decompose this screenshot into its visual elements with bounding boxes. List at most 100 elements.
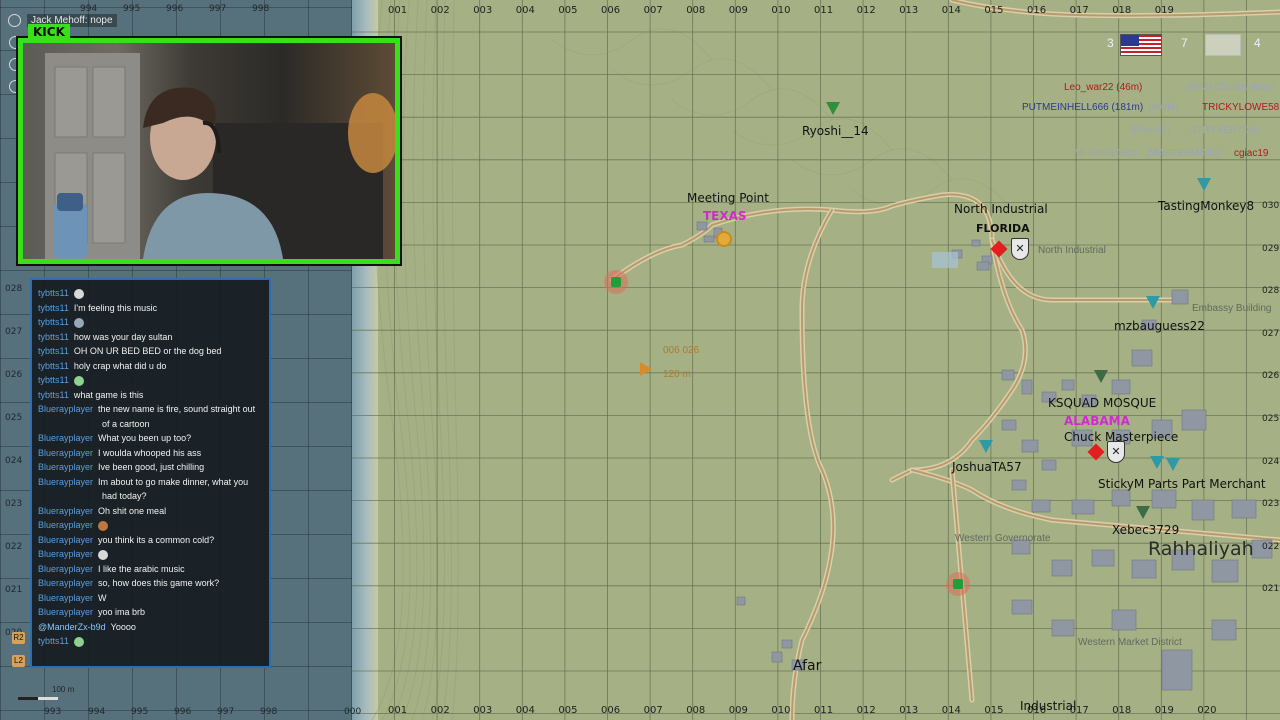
chat-username[interactable]: Bluerayplayer — [38, 535, 93, 545]
chat-username[interactable]: tybtts11 — [38, 390, 69, 400]
chat-message: Bluerayplayer W — [38, 591, 263, 606]
building — [1031, 499, 1051, 513]
chat-username[interactable]: Bluerayplayer — [38, 593, 93, 603]
grid-label: 995 — [123, 4, 141, 14]
chat-text: Yoooo — [110, 621, 136, 632]
building — [703, 235, 715, 243]
chat-text: W — [98, 592, 107, 603]
grid-label: 019 — [1154, 705, 1174, 716]
chat-username[interactable]: Bluerayplayer — [38, 520, 93, 530]
grid-label: 994 — [80, 4, 98, 14]
grid-label: 015 — [984, 5, 1004, 16]
building — [781, 639, 793, 649]
grid-label: 000 — [344, 707, 362, 717]
chat-username[interactable]: Bluerayplayer — [38, 477, 93, 487]
chat-username[interactable]: Bluerayplayer — [38, 506, 93, 516]
building — [1211, 619, 1237, 641]
chat-message: Bluerayplayer you think its a common cold… — [38, 533, 263, 548]
building — [1021, 379, 1033, 395]
player-marker-icon[interactable] — [1146, 296, 1160, 309]
emote-hand-icon — [73, 288, 84, 299]
player-marker-icon[interactable] — [1150, 456, 1164, 469]
building — [1131, 559, 1157, 579]
chat-panel[interactable]: tybtts11 tybtts11 I'm feeling this music ty… — [30, 278, 271, 668]
texas-label: TEXAS — [703, 209, 747, 223]
player-marker-icon[interactable] — [1197, 178, 1211, 191]
chat-username[interactable]: Bluerayplayer — [38, 433, 93, 443]
grid-label: 997 — [217, 707, 235, 717]
emote-box-icon — [98, 520, 109, 531]
chat-username[interactable]: tybtts11 — [38, 375, 69, 385]
player-list-tag: (AWM) — [1148, 102, 1179, 113]
player-marker-icon[interactable] — [826, 102, 840, 115]
safe-zone-icon[interactable] — [604, 270, 628, 294]
grid-label: 994 — [88, 707, 106, 717]
contour-line — [551, 28, 713, 61]
chat-message: Bluerayplayer Ive been good, just chillin… — [38, 460, 263, 475]
chat-username[interactable]: Bluerayplayer — [38, 448, 93, 458]
road-center — [791, 209, 835, 720]
building — [1111, 379, 1131, 395]
chat-text: I woulda whooped his ass — [98, 447, 202, 458]
grid-label: 028 — [1262, 286, 1280, 297]
chat-username[interactable]: tybtts11 — [38, 636, 69, 646]
chat-username[interactable]: tybtts11 — [38, 361, 69, 371]
building — [1131, 349, 1153, 367]
waypoint-arrow-icon[interactable] — [640, 362, 652, 376]
chat-text: so, how does this game work? — [98, 578, 220, 588]
grid-label: 028 — [5, 284, 23, 294]
afar-label: Afar — [793, 658, 822, 674]
grid-label: 025 — [1262, 414, 1280, 424]
chat-username[interactable]: Bluerayplayer — [38, 564, 93, 574]
grid-label: 008 — [686, 5, 706, 16]
alabama-label: ALABAMA — [1064, 414, 1130, 428]
chat-username[interactable]: tybtts11 — [38, 346, 69, 356]
chat-username[interactable]: Bluerayplayer — [38, 578, 93, 588]
north-industrial-faint-label: North Industrial — [1038, 245, 1106, 256]
kick-badge: KICK — [28, 24, 70, 40]
grid-label: 024 — [5, 456, 23, 466]
faction-shield-icon[interactable]: ✕ — [1107, 441, 1125, 463]
chat-username[interactable]: Bluerayplayer — [38, 462, 93, 472]
player-list-tag: (Friend7) — [1130, 125, 1171, 136]
meeting-point-icon[interactable] — [716, 231, 732, 247]
grid-label: 996 — [174, 707, 192, 717]
player-marker-icon[interactable] — [979, 440, 993, 453]
chat-message: tybtts11 — [38, 315, 263, 330]
grid-label: 016 — [1027, 5, 1047, 16]
faction-shield-icon[interactable]: ✕ — [1011, 238, 1029, 260]
chat-username[interactable]: Bluerayplayer — [38, 607, 93, 617]
western-governorate-label: Western Governorate — [955, 533, 1051, 544]
chat-text: Oh shit one meal — [98, 505, 167, 516]
grid-label: 012 — [856, 705, 876, 716]
building — [1111, 609, 1137, 631]
player-marker-icon[interactable] — [1166, 458, 1180, 471]
chat-text: how was your day sultan — [73, 331, 173, 342]
player-joshua-label: JoshuaTA57 — [952, 460, 1022, 474]
chat-text: Im about to go make dinner, what you had… — [98, 476, 249, 502]
chat-username[interactable]: Bluerayplayer — [38, 549, 93, 559]
safe-zone-icon[interactable] — [946, 572, 970, 596]
emote-hand-icon — [98, 549, 109, 560]
grid-label: 018 — [1112, 705, 1132, 716]
player-mzbaug-label: mzbauguess22 — [1114, 319, 1205, 333]
chat-message: Bluerayplayer Im about to go make dinner,… — [38, 475, 263, 504]
chat-username[interactable]: tybtts11 — [38, 317, 69, 327]
grid-label: 003 — [473, 705, 493, 716]
player-marker-icon[interactable] — [1136, 506, 1150, 519]
grid-label: 020 — [1197, 705, 1217, 716]
player-marker-icon[interactable] — [1094, 370, 1108, 383]
building — [1021, 439, 1039, 453]
chat-username[interactable]: tybtts11 — [38, 303, 69, 313]
chat-message: tybtts11 how was your day sultan — [38, 330, 263, 345]
chat-username[interactable]: Bluerayplayer — [38, 404, 93, 414]
webcam-scene — [45, 53, 395, 259]
chat-message: tybtts11 what game is this — [38, 388, 263, 403]
chat-username[interactable]: tybtts11 — [38, 288, 69, 298]
chat-text: I'm feeling this music — [73, 302, 158, 313]
chat-username[interactable]: tybtts11 — [38, 332, 69, 342]
building — [971, 239, 981, 247]
chat-text: I like the arabic music — [98, 563, 185, 574]
chat-username[interactable]: @ManderZx-b9d — [38, 622, 106, 632]
embassy-label: Embassy Building — [1192, 303, 1272, 314]
